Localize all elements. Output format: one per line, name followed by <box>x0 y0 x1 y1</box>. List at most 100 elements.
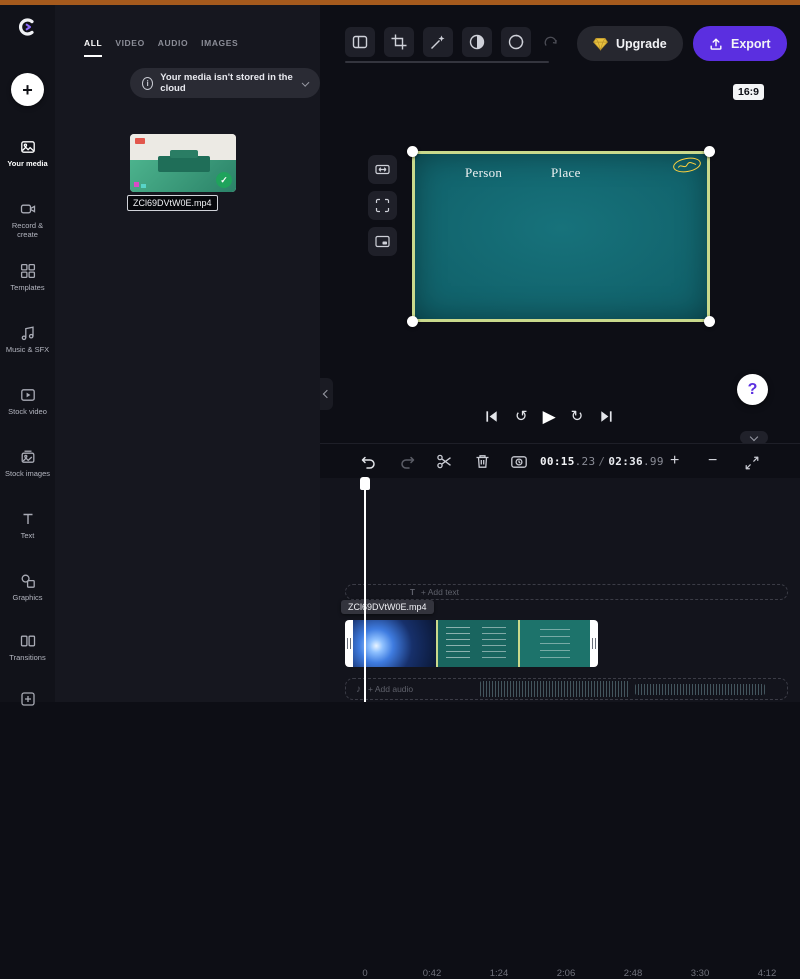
templates-icon <box>20 263 36 279</box>
text-track-icon: T <box>410 588 415 597</box>
music-icon <box>20 325 36 341</box>
question-icon: ? <box>748 381 758 399</box>
ruler-label: 2:48 <box>624 968 643 979</box>
picture-in-picture-button[interactable] <box>368 227 397 256</box>
undo-button[interactable] <box>360 453 378 471</box>
ruler-label: 1:24 <box>490 968 509 979</box>
video-clip-3[interactable] <box>518 620 590 667</box>
sidebar-item-label: Your media <box>5 159 49 168</box>
seek-back-button[interactable]: ↺ <box>515 409 528 424</box>
board-heading-person: Person <box>465 165 502 181</box>
tab-audio[interactable]: AUDIO <box>158 38 188 57</box>
contrast-icon <box>468 33 486 51</box>
clip-tooltip: ZCl69DVtW0E.mp4 <box>341 600 434 614</box>
split-scissors-button[interactable] <box>436 453 453 470</box>
layout-icon <box>351 33 369 51</box>
skip-to-start-button[interactable] <box>483 408 500 425</box>
fit-timeline-button[interactable] <box>744 455 760 471</box>
aspect-ratio-badge[interactable]: 16:9 <box>733 84 764 100</box>
sidebar-item-label: Record & create <box>0 221 55 240</box>
adjust-colors-button[interactable] <box>462 27 492 57</box>
sidebar-item-record-create[interactable]: Record & create <box>0 201 55 259</box>
chevron-down-icon <box>750 432 758 440</box>
sidebar-item-your-media[interactable]: Your media <box>0 139 55 197</box>
collapse-panel-button[interactable] <box>320 378 333 410</box>
ruler-label: 3:30 <box>691 968 710 979</box>
playhead-handle[interactable] <box>360 477 370 490</box>
effects-tool-button[interactable] <box>423 27 453 57</box>
ruler-label: 0 <box>362 968 367 979</box>
resize-handle-top-left[interactable] <box>407 146 418 157</box>
tab-video[interactable]: VIDEO <box>115 38 144 57</box>
thumb-pixel-cyan <box>141 184 146 188</box>
sidebar-item-label: Templates <box>8 283 46 292</box>
sidebar-item-stock-images[interactable]: Stock images <box>0 449 55 507</box>
snapping-toggle-button[interactable] <box>510 453 528 471</box>
fit-frame-button[interactable] <box>368 191 397 220</box>
video-preview-canvas[interactable]: Person Place <box>412 151 710 322</box>
layout-tool-button[interactable] <box>345 27 375 57</box>
graphics-icon <box>20 573 36 589</box>
playhead-line <box>364 488 366 702</box>
resize-tool-button[interactable] <box>368 155 397 184</box>
add-audio-label: + Add audio <box>368 684 413 694</box>
trim-handle-left[interactable] <box>345 620 353 667</box>
sidebar-item-text[interactable]: Text <box>0 511 55 569</box>
total-frames: .99 <box>643 455 664 468</box>
play-button[interactable]: ▶ <box>543 408 556 425</box>
seek-forward-button[interactable]: ↻ <box>571 409 584 424</box>
export-label: Export <box>731 37 771 51</box>
export-button[interactable]: Export <box>693 26 787 61</box>
skip-to-end-button[interactable] <box>598 408 615 425</box>
sidebar-item-graphics[interactable]: Graphics <box>0 573 55 631</box>
sidebar-item-more[interactable] <box>0 691 55 749</box>
text-icon <box>20 511 36 527</box>
trim-handle-right[interactable] <box>590 620 598 667</box>
diamond-icon <box>593 37 608 51</box>
thumb-pixel-magenta <box>134 182 139 187</box>
sidebar-item-label: Graphics <box>10 593 44 602</box>
banner-text: Your media isn't stored in the cloud <box>160 72 295 94</box>
current-frames: .23 <box>575 455 596 468</box>
stock-images-icon <box>20 449 36 465</box>
sidebar-item-stock-video[interactable]: Stock video <box>0 387 55 445</box>
help-button[interactable]: ? <box>737 374 768 405</box>
resize-icon <box>374 161 391 178</box>
add-media-button[interactable]: + <box>11 73 44 106</box>
tab-all[interactable]: ALL <box>84 38 102 57</box>
upgrade-button[interactable]: Upgrade <box>577 26 683 61</box>
music-note-icon: ♪ <box>356 684 361 695</box>
board-heading-place: Place <box>551 165 581 181</box>
media-filename-label: ZCl69DVtW0E.mp4 <box>127 195 218 211</box>
sidebar-item-music-sfx[interactable]: Music & SFX <box>0 325 55 383</box>
media-tabs: ALL VIDEO AUDIO IMAGES <box>84 38 238 57</box>
clipchamp-logo[interactable] <box>14 14 40 40</box>
cloud-storage-banner[interactable]: i Your media isn't stored in the cloud <box>130 68 320 98</box>
sidebar-item-transitions[interactable]: Transitions <box>0 633 55 691</box>
crop-tool-button[interactable] <box>384 27 414 57</box>
zoom-out-button[interactable]: − <box>708 452 717 470</box>
filters-tool-button[interactable] <box>501 27 531 57</box>
picture-in-picture-icon <box>374 233 391 250</box>
zoom-in-button[interactable]: + <box>670 452 679 470</box>
add-text-track[interactable]: T + Add text <box>345 584 788 600</box>
timeline-ruler[interactable]: 0 0:42 1:24 2:06 2:48 3:30 4:12 <box>340 482 800 500</box>
delete-button[interactable] <box>474 453 491 470</box>
more-tools-ghost-icon[interactable] <box>543 34 559 50</box>
resize-handle-top-right[interactable] <box>704 146 715 157</box>
resize-handle-bottom-right[interactable] <box>704 316 715 327</box>
media-thumbnail[interactable]: ✓ <box>130 134 236 192</box>
fit-frame-icon <box>374 197 391 214</box>
sidebar-item-label: Transitions <box>7 653 47 662</box>
audio-waveform-segment <box>635 684 765 695</box>
resize-handle-bottom-left[interactable] <box>407 316 418 327</box>
tab-images[interactable]: IMAGES <box>201 38 238 57</box>
crop-icon <box>390 33 408 51</box>
sidebar-item-templates[interactable]: Templates <box>0 263 55 321</box>
chevron-left-icon <box>322 390 330 398</box>
total-time: 02:36 <box>608 455 643 468</box>
redo-button[interactable] <box>398 453 416 471</box>
transport-controls: ↺ ▶ ↻ <box>483 403 615 429</box>
export-icon <box>709 37 723 51</box>
video-clip-2[interactable] <box>436 620 518 667</box>
